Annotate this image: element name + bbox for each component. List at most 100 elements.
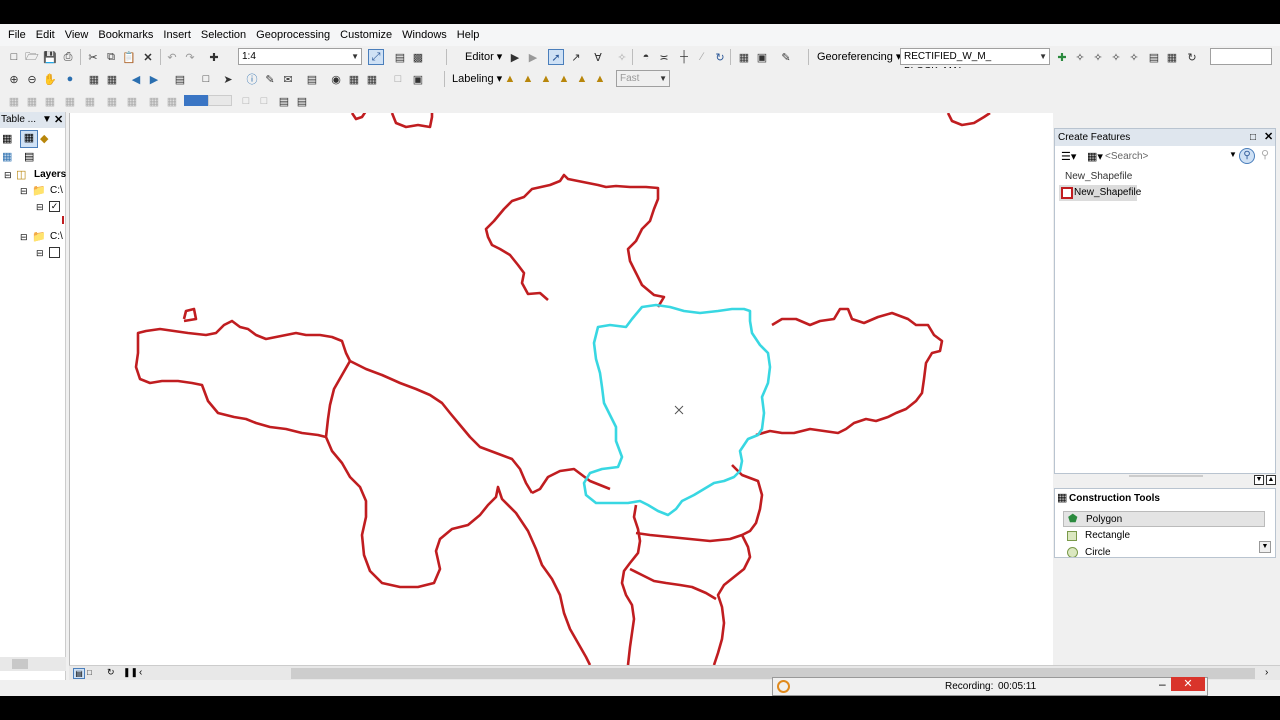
edit-vertices-icon[interactable]: ◓ xyxy=(638,49,654,65)
collapse-icon[interactable]: ⊟ xyxy=(4,170,12,181)
endpoint-arc-icon[interactable]: ↗ xyxy=(568,49,584,65)
refresh-icon[interactable]: ↻ xyxy=(107,667,115,678)
toc-scroll-thumb[interactable] xyxy=(12,659,28,669)
color-swatch[interactable] xyxy=(184,95,208,106)
scroll-left-icon[interactable]: ‹ xyxy=(139,667,142,678)
map-view[interactable] xyxy=(69,113,1053,665)
full-extent-icon[interactable]: ● xyxy=(62,71,78,87)
menu-edit[interactable]: Edit xyxy=(31,24,60,46)
splitter[interactable] xyxy=(1129,475,1203,477)
delete-link-icon[interactable]: ✧ xyxy=(1108,49,1124,65)
disabled-tool-icon[interactable]: ▦ xyxy=(146,93,162,109)
edit-annotation-icon[interactable]: ▶ xyxy=(525,49,541,65)
layout-view-icon[interactable]: □ xyxy=(87,668,92,677)
open-folder-icon[interactable]: 🗁 xyxy=(24,49,40,65)
clear-search-icon[interactable]: ⚲ xyxy=(1257,148,1273,164)
fixed-zoom-in-icon[interactable]: ▦ xyxy=(86,71,102,87)
collapse-icon[interactable]: ⊟ xyxy=(20,232,28,243)
pan-icon[interactable]: ✋ xyxy=(42,71,58,87)
chevron-down-icon[interactable]: ▼ xyxy=(1229,150,1237,159)
pin-icon[interactable]: ▼ xyxy=(42,112,52,128)
go-to-xy-icon[interactable]: ▦ xyxy=(364,71,380,87)
rotate-icon[interactable]: ↻ xyxy=(712,49,728,65)
trace-icon[interactable]: ∀ xyxy=(590,49,606,65)
disabled-tool-icon[interactable]: ▦ xyxy=(82,93,98,109)
georeferencing-menu[interactable]: Georeferencing ▾ xyxy=(817,49,901,65)
menu-view[interactable]: View xyxy=(60,24,94,46)
redo-icon[interactable]: ↷ xyxy=(182,49,198,65)
scroll-down-icon[interactable]: ▼ xyxy=(1259,541,1271,553)
label-priority-icon[interactable]: ▲ xyxy=(520,71,536,87)
template-search-input[interactable]: <Search> xyxy=(1105,149,1235,165)
filter-templates-icon[interactable]: ▦▾ xyxy=(1087,150,1103,163)
data-view-icon[interactable]: ▤ xyxy=(73,668,85,679)
html-popup-icon[interactable]: ✎ xyxy=(262,71,278,87)
paste-icon[interactable]: 📋 xyxy=(121,49,137,65)
toc-folder-label[interactable]: C:\ xyxy=(50,185,63,196)
list-by-drawing-order-icon[interactable]: ▦ xyxy=(2,132,18,148)
menu-insert[interactable]: Insert xyxy=(158,24,196,46)
add-control-points-icon[interactable]: ✚ xyxy=(1054,49,1070,65)
label-manager-icon[interactable]: ▲ xyxy=(502,71,518,87)
expand-panel-icon[interactable]: ▲ xyxy=(1266,475,1276,485)
back-extent-icon[interactable]: ◀ xyxy=(128,71,144,87)
forward-extent-icon[interactable]: ▶ xyxy=(146,71,162,87)
disabled-tool-icon[interactable]: □ xyxy=(256,93,272,109)
menu-bookmarks[interactable]: Bookmarks xyxy=(93,24,158,46)
disabled-tool-icon[interactable]: ▦ xyxy=(164,93,180,109)
select-features-icon[interactable]: ▤ xyxy=(172,71,188,87)
hyperlink-icon[interactable]: ✉ xyxy=(280,71,296,87)
map-canvas[interactable] xyxy=(70,113,1053,665)
sketch-properties-icon[interactable]: ▣ xyxy=(754,49,770,65)
collapse-icon[interactable]: ⊟ xyxy=(36,202,44,213)
close-icon[interactable]: ✕ xyxy=(1171,677,1205,691)
toc-folder-label[interactable]: C:\ xyxy=(50,231,63,242)
menu-customize[interactable]: Customize xyxy=(335,24,397,46)
disabled-tool-icon[interactable]: ▦ xyxy=(104,93,120,109)
delete-icon[interactable]: ✕ xyxy=(140,49,156,65)
template-item[interactable]: New_Shapefile xyxy=(1059,185,1141,201)
zoom-to-link-icon[interactable]: ✧ xyxy=(1090,49,1106,65)
search-icon[interactable]: ⚲ xyxy=(1239,148,1255,164)
new-document-icon[interactable]: □ xyxy=(6,49,22,65)
catalog-icon[interactable]: ▩ xyxy=(410,49,426,65)
tool-circle[interactable]: Circle xyxy=(1063,545,1265,557)
tool-polygon[interactable]: ⬟ Polygon xyxy=(1063,511,1265,527)
close-icon[interactable]: ✕ xyxy=(54,112,63,128)
disabled-tool-icon[interactable]: ▦ xyxy=(62,93,78,109)
color-dropdown[interactable] xyxy=(208,95,232,106)
menu-geoprocessing[interactable]: Geoprocessing xyxy=(251,24,335,46)
attributes-icon[interactable]: ▦ xyxy=(736,49,752,65)
print-icon[interactable]: ⎙ xyxy=(60,49,76,65)
close-icon[interactable]: ✕ xyxy=(1264,129,1273,146)
link-table-icon[interactable]: ▦ xyxy=(1164,49,1180,65)
list-by-source-icon[interactable]: ▦ xyxy=(20,130,38,148)
label-weight-icon[interactable]: ▲ xyxy=(538,71,554,87)
select-link-icon[interactable]: ✧ xyxy=(1072,49,1088,65)
cut-polygons-icon[interactable]: ┼ xyxy=(676,49,692,65)
tool-icon[interactable]: ▤ xyxy=(294,93,310,109)
measure-icon[interactable]: ▤ xyxy=(304,71,320,87)
point-icon[interactable]: ✧ xyxy=(614,49,630,65)
toc-scrollbar[interactable] xyxy=(0,657,66,671)
table-of-contents-icon[interactable]: ▤ xyxy=(392,49,408,65)
disabled-tool-icon[interactable]: ▦ xyxy=(124,93,140,109)
collapse-panel-icon[interactable]: ▼ xyxy=(1254,475,1264,485)
layers-root-label[interactable]: Layers xyxy=(34,169,66,180)
organize-templates-icon[interactable]: ☰▾ xyxy=(1061,150,1076,163)
identify-icon[interactable]: ⓘ xyxy=(244,71,260,87)
menu-windows[interactable]: Windows xyxy=(397,24,452,46)
menu-selection[interactable]: Selection xyxy=(196,24,251,46)
find-icon[interactable]: ◉ xyxy=(328,71,344,87)
menu-help[interactable]: Help xyxy=(452,24,485,46)
tool-icon[interactable]: ▤ xyxy=(276,93,292,109)
edit-tool-icon[interactable]: ▶ xyxy=(507,49,523,65)
undo-icon[interactable]: ↶ xyxy=(164,49,180,65)
straight-segment-icon[interactable]: ➚ xyxy=(548,49,564,65)
rotate-georef-icon[interactable]: ↻ xyxy=(1184,49,1200,65)
disabled-tool-icon[interactable]: ▦ xyxy=(6,93,22,109)
editor-menu[interactable]: Editor ▾ xyxy=(465,49,502,65)
lock-labels-icon[interactable]: ▲ xyxy=(556,71,572,87)
zoom-in-icon[interactable]: ⊕ xyxy=(6,71,22,87)
minimize-icon[interactable]: – xyxy=(1159,677,1166,691)
